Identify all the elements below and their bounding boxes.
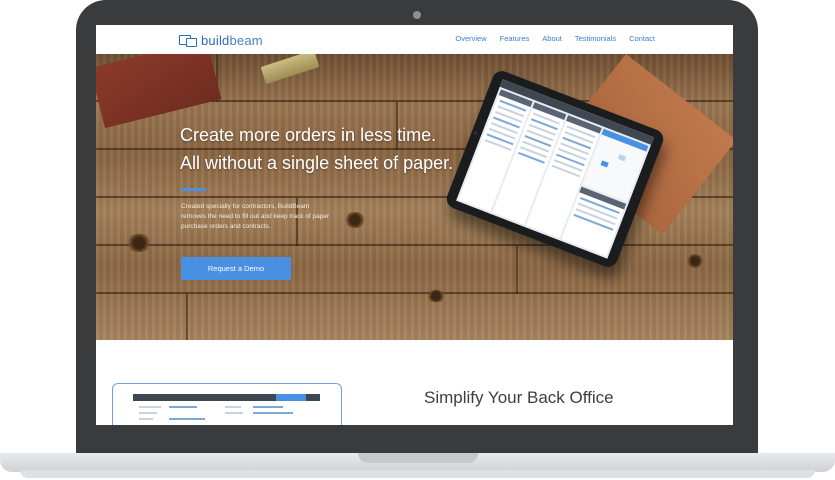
webcam-icon xyxy=(413,11,421,19)
buildbeam-logo-icon xyxy=(179,34,198,47)
buildbeam-logo[interactable]: buildbeam xyxy=(179,32,263,48)
section-title: Simplify Your Back Office xyxy=(424,388,614,407)
nav-link-features[interactable]: Features xyxy=(500,34,530,43)
app-preview-image xyxy=(112,383,342,425)
hero-section: Create more orders in less time. All wit… xyxy=(96,54,733,340)
tablet-home-button xyxy=(472,130,479,136)
hero-description: Created specially for contractors, Build… xyxy=(181,203,330,230)
hero-accent-rule xyxy=(181,188,206,191)
nav-links: Overview Features About Testimonials Con… xyxy=(442,34,655,43)
nav-link-testimonials[interactable]: Testimonials xyxy=(575,34,616,43)
hero-headline: Create more orders in less time. All wit… xyxy=(180,121,453,177)
nav-link-contact[interactable]: Contact xyxy=(629,34,655,43)
wood-knot xyxy=(126,234,152,252)
wood-knot xyxy=(686,254,704,268)
laptop-screen: buildbeam Overview Features About Testim… xyxy=(96,25,733,425)
wood-knot xyxy=(426,290,446,302)
logo-text: buildbeam xyxy=(201,32,263,48)
back-office-section: Simplify Your Back Office xyxy=(96,340,733,425)
request-demo-button[interactable]: Request a Demo xyxy=(181,257,291,280)
hinge-image xyxy=(260,54,320,85)
laptop-notch xyxy=(358,453,478,463)
wood-seam xyxy=(516,246,518,294)
nav-link-about[interactable]: About xyxy=(542,34,562,43)
wood-seam xyxy=(186,294,188,340)
top-navbar: buildbeam Overview Features About Testim… xyxy=(96,25,733,54)
hero-headline-line1: Create more orders in less time. xyxy=(180,125,437,145)
red-board-image xyxy=(96,54,222,129)
laptop-shadow xyxy=(20,470,815,478)
wood-knot xyxy=(344,212,366,228)
nav-link-overview[interactable]: Overview xyxy=(455,34,486,43)
hero-headline-line2: All without a single sheet of paper. xyxy=(180,153,454,173)
